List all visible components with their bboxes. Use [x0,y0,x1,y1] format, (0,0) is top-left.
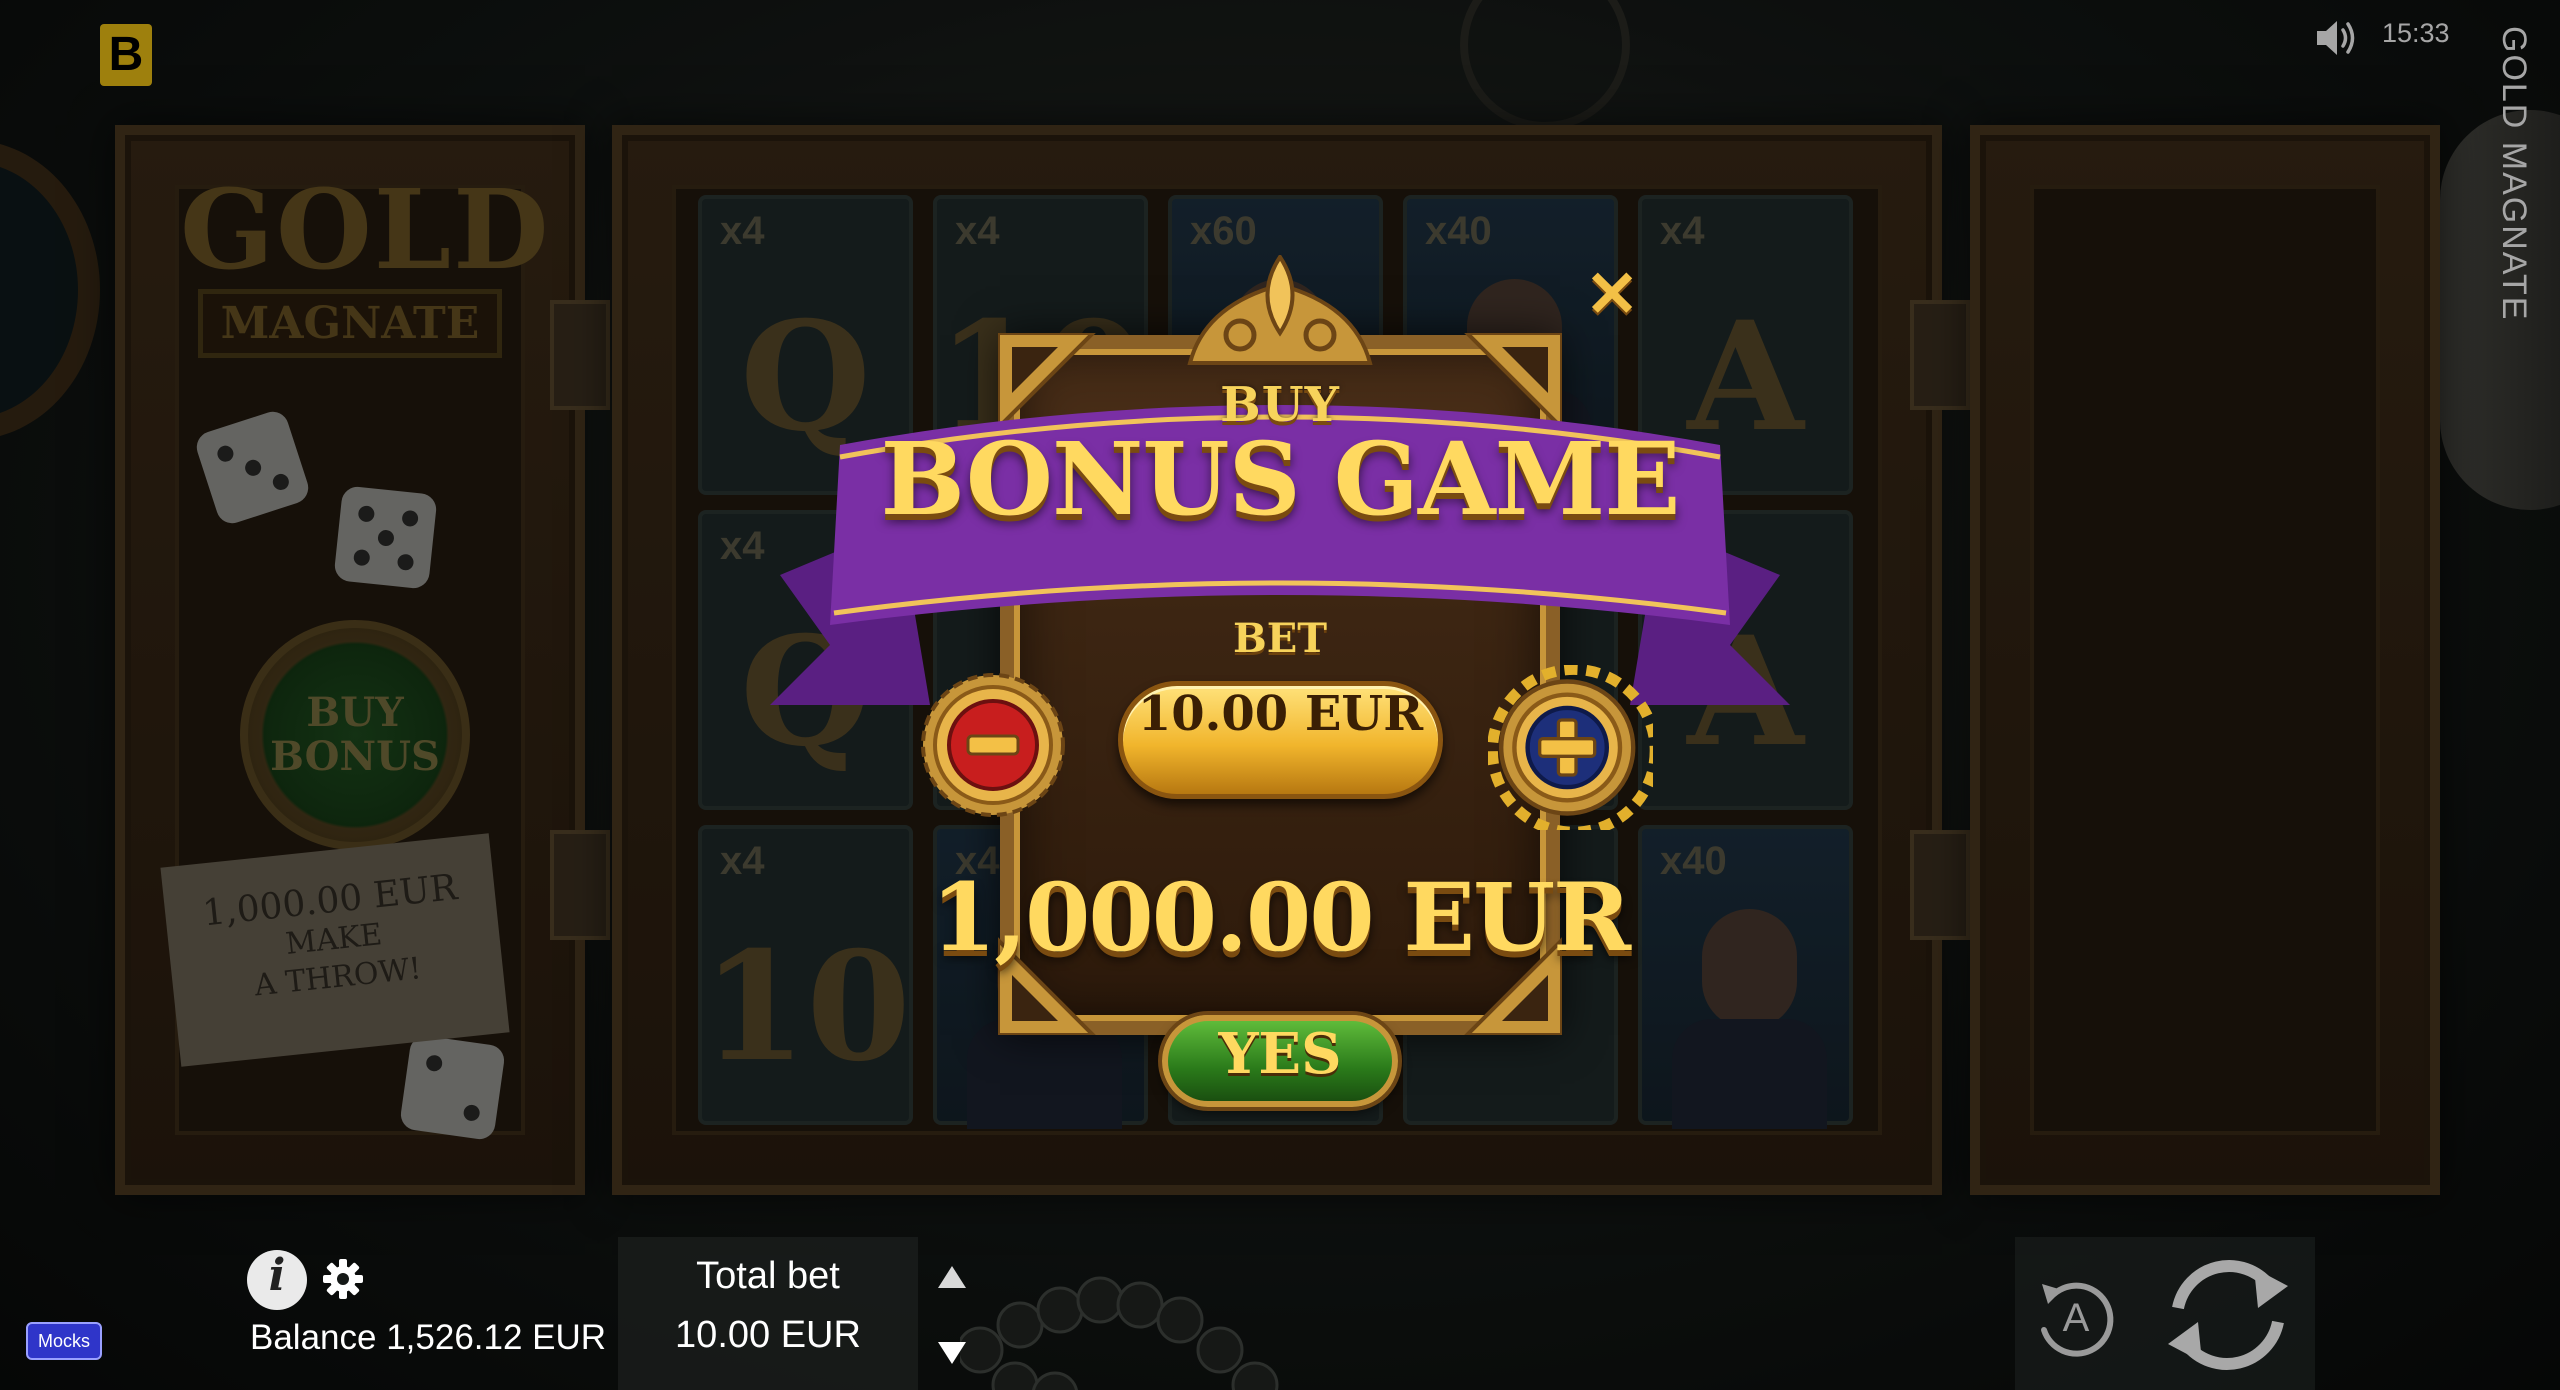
crown-ornament [1187,255,1373,365]
buy-bonus-dialog: BUY BONUS GAME ✕ BET 10.00 EUR 1,000.00 … [770,255,1790,1107]
minus-icon [921,673,1065,817]
autoplay-button[interactable]: A [2028,1270,2124,1366]
total-bet-label: Total bet [696,1255,840,1297]
dialog-title: BONUS GAME [880,420,1680,538]
total-bet-value: 10.00 EUR [675,1314,861,1356]
bonus-price: 1,000.00 EUR [930,863,1631,973]
bet-label: BET [1232,615,1328,662]
total-bet-panel: Total bet 10.00 EUR [618,1237,918,1390]
info-icon[interactable]: i [247,1250,307,1310]
bet-increase-arrow-icon[interactable] [935,1262,969,1292]
confirm-yes-button[interactable]: YES [1162,1015,1398,1107]
decrease-bet-button[interactable] [918,670,1068,820]
spin-button[interactable] [2158,1250,2298,1380]
balance-display: Balance 1,526.12 EUR [250,1318,607,1357]
beads-decoration [960,1276,1279,1390]
mocks-badge[interactable]: Mocks [26,1322,102,1360]
bet-amount-display: 10.00 EUR [1118,681,1443,799]
game-screen: GOLD MAGNATE BUY BONUS 1,000.00 EUR MAKE… [0,0,2560,1390]
autoplay-label: A [2063,1296,2090,1340]
increase-bet-button[interactable] [1488,665,1653,830]
bet-decrease-arrow-icon[interactable] [935,1338,969,1368]
close-icon[interactable]: ✕ [1582,262,1642,326]
plus-icon [1488,665,1653,830]
gear-icon[interactable] [322,1258,364,1300]
refresh-icon [2168,1260,2288,1370]
